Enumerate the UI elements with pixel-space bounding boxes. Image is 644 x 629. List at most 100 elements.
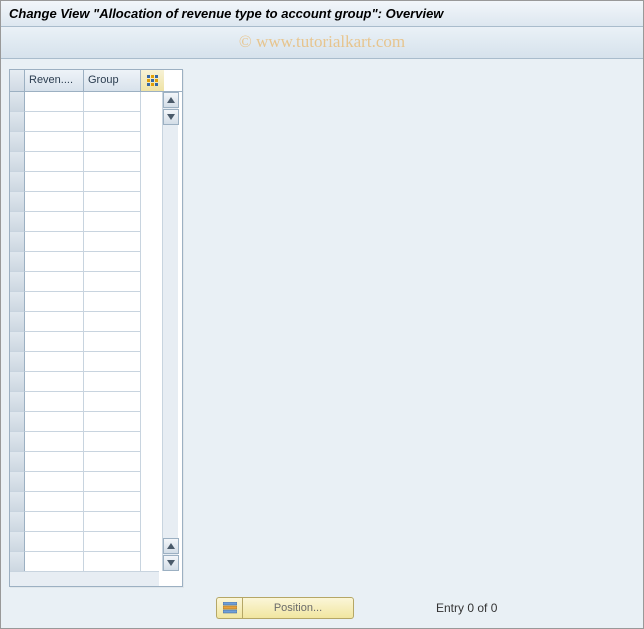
cell-group[interactable]	[84, 552, 141, 571]
row-selector[interactable]	[10, 492, 25, 512]
table-row	[10, 212, 159, 232]
position-button-group: Position...	[216, 597, 354, 619]
cell-group[interactable]	[84, 472, 141, 492]
cell-revenue[interactable]	[25, 492, 84, 512]
cell-revenue[interactable]	[25, 412, 84, 432]
row-selector[interactable]	[10, 272, 25, 292]
cell-group[interactable]	[84, 332, 141, 352]
cell-revenue[interactable]	[25, 532, 84, 552]
cell-group[interactable]	[84, 392, 141, 412]
cell-group[interactable]	[84, 112, 141, 132]
cell-revenue[interactable]	[25, 332, 84, 352]
cell-group[interactable]	[84, 352, 141, 372]
cell-group[interactable]	[84, 532, 141, 552]
column-header-group[interactable]: Group	[84, 70, 141, 91]
row-selector[interactable]	[10, 412, 25, 432]
cell-revenue[interactable]	[25, 512, 84, 532]
row-selector[interactable]	[10, 552, 25, 571]
scroll-page-up-button[interactable]	[163, 109, 179, 125]
table-row	[10, 112, 159, 132]
row-selector[interactable]	[10, 432, 25, 452]
row-selector[interactable]	[10, 472, 25, 492]
cell-group[interactable]	[84, 192, 141, 212]
horizontal-scrollbar[interactable]	[10, 571, 159, 586]
allocation-table: Reven.... Group	[9, 69, 183, 587]
cell-group[interactable]	[84, 92, 141, 112]
row-selector[interactable]	[10, 212, 25, 232]
cell-group[interactable]	[84, 432, 141, 452]
row-selector[interactable]	[10, 152, 25, 172]
cell-group[interactable]	[84, 412, 141, 432]
row-selector[interactable]	[10, 232, 25, 252]
cell-revenue[interactable]	[25, 152, 84, 172]
row-selector[interactable]	[10, 92, 25, 112]
cell-group[interactable]	[84, 212, 141, 232]
cell-revenue[interactable]	[25, 392, 84, 412]
cell-revenue[interactable]	[25, 212, 84, 232]
cell-group[interactable]	[84, 372, 141, 392]
cell-group[interactable]	[84, 492, 141, 512]
position-icon-button[interactable]	[216, 597, 242, 619]
row-selector[interactable]	[10, 292, 25, 312]
cell-group[interactable]	[84, 132, 141, 152]
scroll-up-button[interactable]	[163, 92, 179, 108]
row-selector[interactable]	[10, 532, 25, 552]
cell-group[interactable]	[84, 272, 141, 292]
cell-revenue[interactable]	[25, 172, 84, 192]
cell-revenue[interactable]	[25, 132, 84, 152]
row-selector[interactable]	[10, 312, 25, 332]
cell-revenue[interactable]	[25, 292, 84, 312]
cell-group[interactable]	[84, 232, 141, 252]
table-row	[10, 312, 159, 332]
cell-group[interactable]	[84, 312, 141, 332]
table-row	[10, 252, 159, 272]
row-selector[interactable]	[10, 192, 25, 212]
cell-revenue[interactable]	[25, 472, 84, 492]
vertical-scrollbar[interactable]	[162, 92, 178, 571]
cell-revenue[interactable]	[25, 232, 84, 252]
cell-revenue[interactable]	[25, 452, 84, 472]
row-selector[interactable]	[10, 132, 25, 152]
cell-group[interactable]	[84, 172, 141, 192]
scroll-page-down-button[interactable]	[163, 538, 179, 554]
position-button[interactable]: Position...	[242, 597, 354, 619]
scroll-down-button[interactable]	[163, 555, 179, 571]
cell-revenue[interactable]	[25, 312, 84, 332]
row-selector[interactable]	[10, 352, 25, 372]
table-row	[10, 152, 159, 172]
cell-revenue[interactable]	[25, 112, 84, 132]
row-selector[interactable]	[10, 332, 25, 352]
cell-revenue[interactable]	[25, 192, 84, 212]
table-config-button[interactable]	[141, 70, 164, 91]
table-row	[10, 132, 159, 152]
cell-revenue[interactable]	[25, 252, 84, 272]
cell-group[interactable]	[84, 152, 141, 172]
cell-group[interactable]	[84, 252, 141, 272]
row-selector[interactable]	[10, 252, 25, 272]
cell-group[interactable]	[84, 452, 141, 472]
cell-revenue[interactable]	[25, 552, 84, 571]
cell-revenue[interactable]	[25, 432, 84, 452]
table-row	[10, 372, 159, 392]
row-selector[interactable]	[10, 172, 25, 192]
cell-revenue[interactable]	[25, 92, 84, 112]
row-selector[interactable]	[10, 372, 25, 392]
column-header-revenue[interactable]: Reven....	[25, 70, 84, 91]
table-row	[10, 512, 159, 532]
triangle-up-icon	[167, 543, 175, 549]
content-area: Reven.... Group	[1, 59, 643, 588]
cell-revenue[interactable]	[25, 272, 84, 292]
cell-revenue[interactable]	[25, 372, 84, 392]
row-selector[interactable]	[10, 112, 25, 132]
triangle-down-icon	[167, 114, 175, 120]
row-selector[interactable]	[10, 392, 25, 412]
cell-group[interactable]	[84, 512, 141, 532]
table-row	[10, 392, 159, 412]
select-all-header[interactable]	[10, 70, 25, 91]
toolbar	[1, 27, 643, 59]
table-row	[10, 352, 159, 372]
cell-revenue[interactable]	[25, 352, 84, 372]
row-selector[interactable]	[10, 452, 25, 472]
cell-group[interactable]	[84, 292, 141, 312]
row-selector[interactable]	[10, 512, 25, 532]
